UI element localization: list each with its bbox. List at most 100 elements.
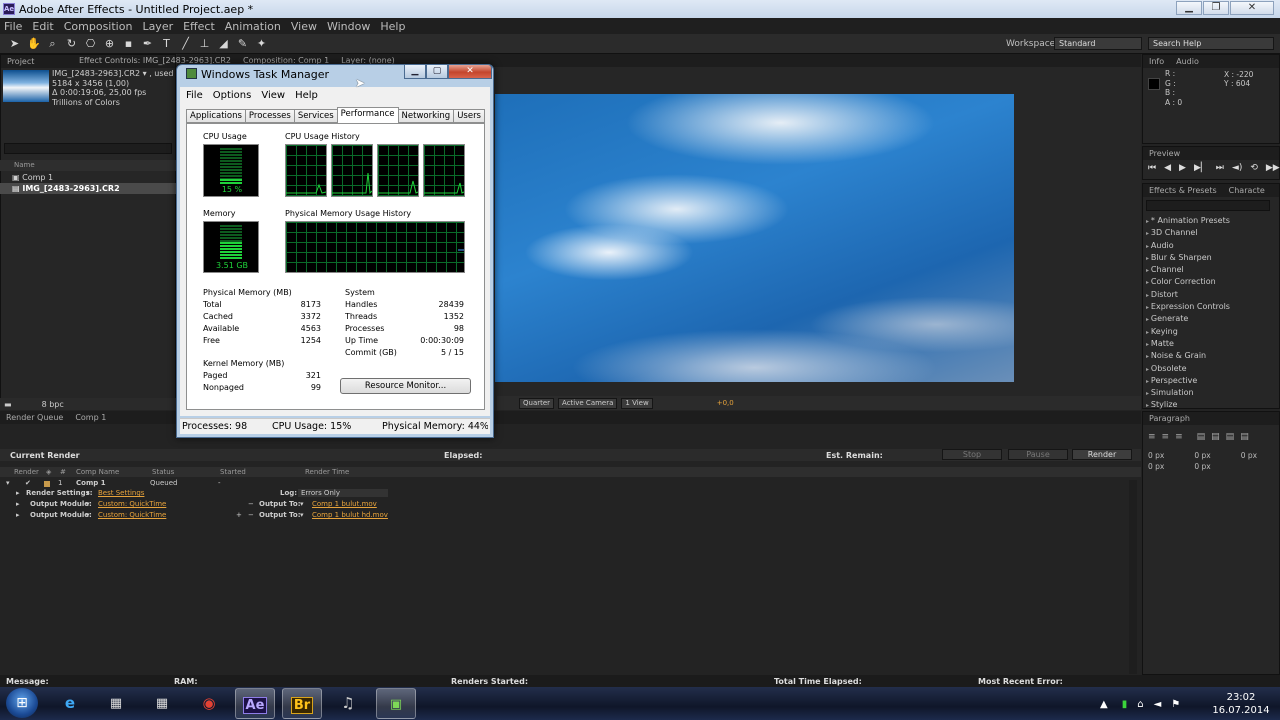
list-item[interactable]: Stylize: [1146, 399, 1230, 411]
list-item[interactable]: Simulation: [1146, 387, 1230, 399]
indent-left-value[interactable]: 0 px: [1148, 451, 1164, 460]
project-search-input[interactable]: [4, 143, 172, 154]
trash-icon[interactable]: ▬: [4, 400, 12, 409]
views-select[interactable]: 1 View: [621, 397, 653, 409]
dropdown-icon[interactable]: ▾: [300, 500, 304, 508]
list-item[interactable]: Audio: [1146, 240, 1230, 252]
tm-menu-help[interactable]: Help: [295, 90, 318, 101]
list-item[interactable]: Distort: [1146, 289, 1230, 301]
menu-edit[interactable]: Edit: [32, 20, 53, 33]
list-item[interactable]: ▣ Comp 1: [0, 172, 176, 183]
list-item[interactable]: Noise & Grain: [1146, 350, 1230, 362]
tab-users[interactable]: Users: [453, 108, 485, 123]
space-after-value[interactable]: 0 px: [1194, 462, 1210, 471]
align-right-icon[interactable]: ≡: [1175, 432, 1183, 442]
calculator-icon[interactable]: ▦: [142, 688, 182, 719]
tab-processes[interactable]: Processes: [244, 108, 295, 123]
last-frame-icon[interactable]: ⏭: [1216, 163, 1224, 173]
eraser-tool-icon[interactable]: ◢: [217, 37, 230, 50]
hand-tool-icon[interactable]: ✋: [27, 37, 41, 50]
align-left-icon[interactable]: ≡: [1148, 432, 1156, 442]
rectangle-tool-icon[interactable]: ▪: [122, 37, 135, 50]
list-item[interactable]: Generate: [1146, 313, 1230, 325]
render-button[interactable]: Render: [1072, 449, 1132, 460]
render-settings-link[interactable]: Best Settings: [98, 489, 144, 497]
search-help-input[interactable]: Search Help: [1148, 37, 1274, 50]
after-effects-icon[interactable]: Ae: [235, 688, 275, 719]
workspace-select[interactable]: Standard: [1054, 37, 1142, 50]
tm-minimize-button[interactable]: ▁: [404, 64, 426, 79]
list-item[interactable]: Obsolete: [1146, 363, 1230, 375]
list-item[interactable]: Blur & Sharpen: [1146, 252, 1230, 264]
tm-menu-options[interactable]: Options: [213, 90, 252, 101]
close-button[interactable]: ✕: [1230, 1, 1274, 15]
tm-menu-file[interactable]: File: [186, 90, 203, 101]
menu-view[interactable]: View: [291, 20, 317, 33]
indent-first-value[interactable]: 0 px: [1241, 451, 1257, 460]
menu-effect[interactable]: Effect: [183, 20, 215, 33]
text-tool-icon[interactable]: T: [160, 37, 173, 50]
output-to-link[interactable]: Comp 1 bulut hd.mov: [312, 511, 388, 519]
clock[interactable]: 23:02 16.07.2014: [1206, 691, 1276, 717]
network-icon[interactable]: ⌂: [1137, 699, 1143, 710]
list-item[interactable]: Perspective: [1146, 375, 1230, 387]
dropdown-icon[interactable]: ▾: [86, 489, 90, 497]
maximize-button[interactable]: ❐: [1203, 1, 1229, 15]
brush-tool-icon[interactable]: ╱: [179, 37, 192, 50]
pause-button[interactable]: Pause: [1008, 449, 1068, 460]
tm-close-button[interactable]: ✕: [448, 64, 492, 79]
audio-icon[interactable]: ◄): [1232, 163, 1242, 173]
justify-left-icon[interactable]: ▤: [1197, 432, 1206, 442]
align-center-icon[interactable]: ≡: [1162, 432, 1170, 442]
exposure-value[interactable]: +0,0: [717, 399, 734, 407]
justify-right-icon[interactable]: ▤: [1226, 432, 1235, 442]
output-module-link[interactable]: Custom: QuickTime: [98, 500, 166, 508]
tm-menu-view[interactable]: View: [261, 90, 285, 101]
menu-help[interactable]: Help: [380, 20, 405, 33]
justify-center-icon[interactable]: ▤: [1211, 432, 1220, 442]
rotate-tool-icon[interactable]: ↻: [65, 37, 78, 50]
justify-all-icon[interactable]: ▤: [1240, 432, 1249, 442]
log-select[interactable]: Errors Only: [298, 489, 388, 497]
remove-output-icon[interactable]: −: [248, 511, 254, 519]
expand-arrow-icon[interactable]: ▸: [16, 489, 20, 497]
menu-layer[interactable]: Layer: [142, 20, 173, 33]
tab-render-queue[interactable]: Render Queue: [0, 413, 69, 422]
output-module-link[interactable]: Custom: QuickTime: [98, 511, 166, 519]
ram-preview-icon[interactable]: ▶▶: [1266, 163, 1280, 173]
pan-behind-tool-icon[interactable]: ⊕: [103, 37, 116, 50]
menu-file[interactable]: File: [4, 20, 22, 33]
tab-services[interactable]: Services: [293, 108, 338, 123]
puppet-tool-icon[interactable]: ✦: [255, 37, 268, 50]
render-checkbox[interactable]: ✔: [25, 479, 31, 487]
play-icon[interactable]: ▶: [1179, 163, 1186, 173]
tab-networking[interactable]: Networking: [397, 108, 455, 123]
tab-applications[interactable]: Applications: [186, 108, 246, 123]
list-item[interactable]: Expression Controls: [1146, 301, 1230, 313]
expand-arrow-icon[interactable]: ▸: [16, 500, 20, 508]
list-item[interactable]: Color Correction: [1146, 276, 1230, 288]
stop-button[interactable]: Stop: [942, 449, 1002, 460]
roto-brush-tool-icon[interactable]: ✎: [236, 37, 249, 50]
bridge-icon[interactable]: Br: [282, 688, 322, 719]
next-frame-icon[interactable]: ▶▏: [1194, 163, 1208, 173]
zoom-tool-icon[interactable]: ⌕: [46, 37, 59, 50]
bpc-button[interactable]: 8 bpc: [42, 400, 64, 409]
tab-audio[interactable]: Audio: [1170, 57, 1205, 66]
list-item[interactable]: 3D Channel: [1146, 227, 1230, 239]
tm-maximize-button[interactable]: ▢: [426, 64, 448, 79]
list-item[interactable]: Matte: [1146, 338, 1230, 350]
menu-animation[interactable]: Animation: [225, 20, 281, 33]
calculator-icon[interactable]: ▦: [96, 688, 136, 719]
tray-app-icon[interactable]: ▮: [1122, 699, 1128, 710]
effects-search-input[interactable]: [1146, 200, 1270, 211]
tab-performance[interactable]: Performance: [336, 106, 399, 123]
add-output-icon[interactable]: +: [236, 511, 242, 519]
output-to-link[interactable]: Comp 1 bulut.mov: [312, 500, 377, 508]
menu-composition[interactable]: Composition: [64, 20, 133, 33]
list-item[interactable]: ▤ IMG_[2483-2963].CR2: [0, 183, 176, 194]
expand-arrow-icon[interactable]: ▸: [16, 511, 20, 519]
first-frame-icon[interactable]: ⏮: [1148, 163, 1156, 173]
ie-icon[interactable]: e: [50, 688, 90, 719]
tab-info[interactable]: Info: [1143, 57, 1170, 66]
